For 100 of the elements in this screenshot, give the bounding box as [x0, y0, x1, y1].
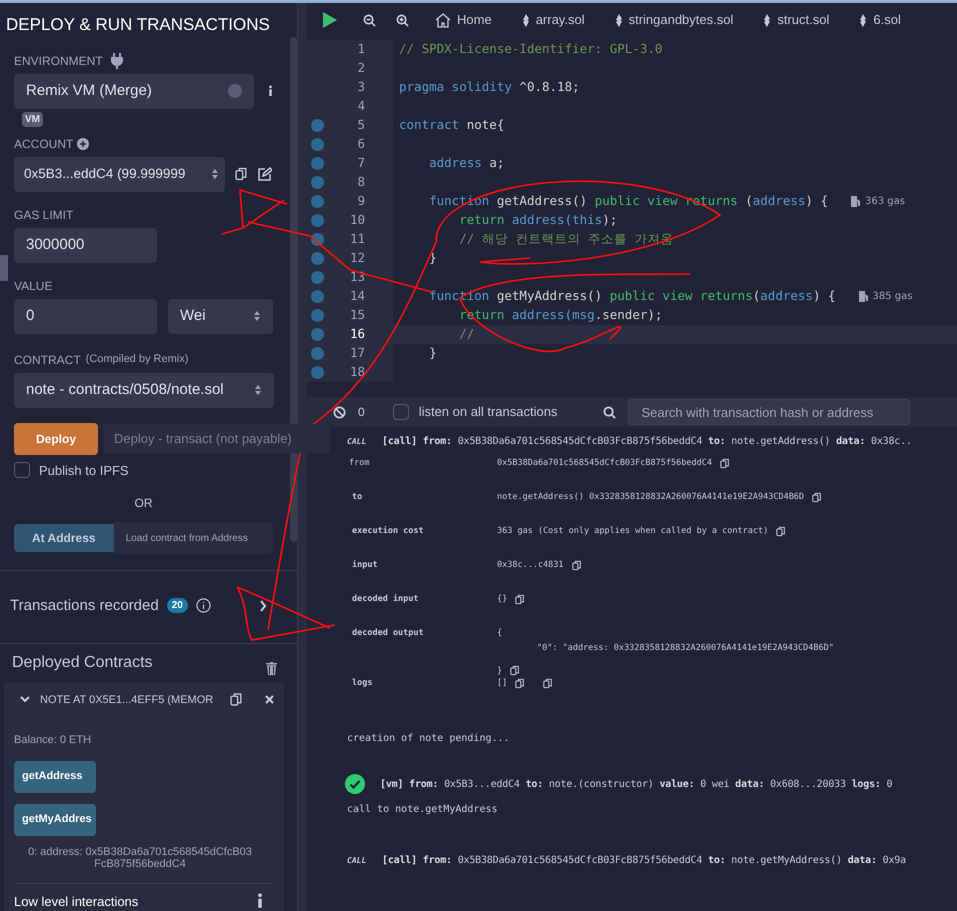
copy-icon[interactable] — [515, 594, 526, 605]
updown-caret-icon — [211, 168, 219, 180]
detail-value: 0x5B38Da6a701c568545dCfcB03FcB875f56beddC4 — [497, 457, 712, 470]
updown-caret-icon — [253, 310, 261, 322]
copy-icon[interactable] — [543, 678, 554, 690]
copy-icon[interactable] — [230, 692, 243, 708]
side-handle[interactable] — [0, 255, 8, 281]
zoom-out-icon[interactable] — [363, 14, 376, 26]
copy-icon[interactable] — [235, 167, 248, 181]
checkbox-label: Publish to IPFS — [39, 462, 129, 480]
address-field[interactable]: Load contract from Address — [114, 522, 273, 554]
editor-tab[interactable]: stringandbytes.sol — [614, 10, 734, 30]
trash-icon[interactable] — [266, 662, 277, 676]
or-label: OR — [134, 495, 152, 512]
code-line: contract note{ — [399, 116, 504, 134]
line-number: 18 — [348, 363, 365, 382]
section-title: Low level interactions — [14, 892, 138, 910]
log-text: call to note.getMyAddress — [347, 803, 499, 818]
line-number: 6 — [356, 135, 365, 154]
vm-badge: VM — [22, 112, 43, 126]
fuel-pump-icon — [858, 291, 869, 302]
line-number: 8 — [356, 173, 365, 192]
copy-icon[interactable] — [572, 560, 582, 571]
listen-checkbox[interactable] — [392, 404, 409, 420]
code-line: // — [458, 325, 474, 344]
code-line: return address(this); — [458, 211, 618, 230]
info-icon[interactable] — [268, 83, 273, 99]
file-type-icon — [522, 14, 530, 26]
editor-tab[interactable]: array.sol — [522, 10, 585, 30]
clear-icon[interactable] — [333, 406, 346, 418]
publish-checkbox[interactable] — [14, 462, 30, 478]
compiled-note: (Compiled by Remix) — [86, 352, 188, 368]
chevron-right-icon[interactable] — [259, 600, 267, 612]
search-field[interactable]: Search with transaction hash or address — [628, 399, 910, 425]
copy-icon[interactable] — [720, 458, 730, 469]
editor-tab[interactable]: 6.sol — [859, 10, 901, 30]
call-tag: CALL — [347, 854, 377, 867]
scrollbar[interactable] — [290, 37, 297, 542]
info-icon[interactable] — [256, 893, 264, 910]
file-type-icon — [614, 14, 623, 26]
log-entry[interactable]: [call] from: 0x5B38Da6a701c568545dCfcB03FcB875f56beddC4 to: note.getMyAddress() data: 0x9a — [382, 853, 906, 868]
line-number: 2 — [356, 59, 365, 78]
zoom-in-icon[interactable] — [396, 14, 409, 26]
gas-estimate: 363 gas — [865, 195, 905, 209]
edit-icon[interactable] — [258, 167, 272, 181]
close-icon[interactable] — [265, 695, 274, 704]
section-title: Deployed Contracts — [12, 652, 153, 673]
result-text: 0: address: 0x5B38Da6a701c568545dCfcB03FcB875f56beddC4 — [27, 846, 253, 870]
plug-icon — [110, 52, 123, 68]
pending-count: 0 — [358, 404, 365, 421]
updown-caret-icon — [254, 384, 262, 396]
contract-select[interactable]: note - contracts/0508/note.sol — [14, 372, 274, 408]
editor-tab[interactable]: Home — [435, 10, 492, 30]
account-select[interactable]: 0x5B3...eddC4 (99.999999 — [14, 156, 225, 192]
info-circle-icon[interactable] — [196, 598, 211, 614]
select-caret-icon — [228, 84, 242, 98]
line-number: 7 — [356, 154, 365, 172]
unit-select[interactable]: Wei — [168, 298, 273, 334]
log-entry[interactable]: [vm] from: 0x5B3...eddC4 to: note.(constructor) value: 0 wei data: 0x608...20033 logs: 0 — [380, 776, 892, 792]
detail-key: to — [349, 491, 497, 504]
line-number: 15 — [348, 306, 365, 324]
function-button[interactable]: getAddress — [14, 760, 96, 792]
chevron-down-icon[interactable] — [20, 696, 30, 704]
detail-value: "0": "address: 0x3328358128832A260076A4141e19E2A943CD4B6D" — [537, 642, 834, 654]
field-label: VALUE — [14, 278, 52, 294]
field-label: GAS LIMIT — [14, 206, 74, 224]
line-number: 5 — [356, 116, 365, 134]
editor-tab[interactable]: struct.sol — [763, 10, 830, 30]
success-check-icon — [345, 774, 365, 794]
copy-icon[interactable] — [812, 492, 822, 503]
instance-title[interactable]: NOTE AT 0X5E1...4EFF5 (MEMOR — [40, 692, 214, 708]
detail-value: { — [497, 627, 502, 640]
copy-icon[interactable] — [776, 526, 786, 537]
log-entry[interactable]: [call] from: 0x5B38Da6a701c568545dCfcB03FcB875f56beddC4 to: note.getAddress() data: 0x38c.. — [382, 434, 912, 449]
detail-value: note.getAddress() 0x3328358128832A260076A4141e19E2A943CD4B6D — [497, 491, 804, 504]
log-text: creation of note pending... — [347, 732, 511, 746]
home-icon — [435, 12, 451, 28]
function-button[interactable]: getMyAddres — [14, 804, 96, 836]
call-tag: CALL — [347, 436, 377, 448]
line-number: 1 — [356, 40, 365, 58]
detail-value: 0x38c...c4831 — [497, 559, 564, 572]
detail-key: input — [349, 559, 497, 572]
play-icon[interactable] — [323, 12, 337, 28]
copy-icon[interactable] — [510, 665, 520, 676]
plus-circle-icon[interactable] — [77, 138, 90, 150]
environment-select[interactable]: Remix VM (Merge) — [14, 74, 254, 108]
code-line: } — [428, 344, 437, 362]
gas-limit-field[interactable]: 3000000 — [14, 228, 157, 262]
line-number: 14 — [348, 287, 365, 306]
copy-icon[interactable] — [515, 678, 526, 690]
detail-value: } — [497, 664, 502, 678]
detail-value: 363 gas (Cost only applies when called by a contract) — [497, 525, 768, 538]
line-number: 4 — [356, 97, 365, 116]
at-address-button[interactable]: At Address — [14, 524, 114, 552]
line-number: 10 — [348, 211, 365, 230]
detail-value: {} — [497, 593, 508, 606]
section-title: Transactions recorded — [10, 596, 159, 616]
line-number: 12 — [348, 249, 365, 268]
count-badge: 20 — [166, 598, 188, 614]
value-field[interactable]: 0 — [14, 298, 157, 334]
